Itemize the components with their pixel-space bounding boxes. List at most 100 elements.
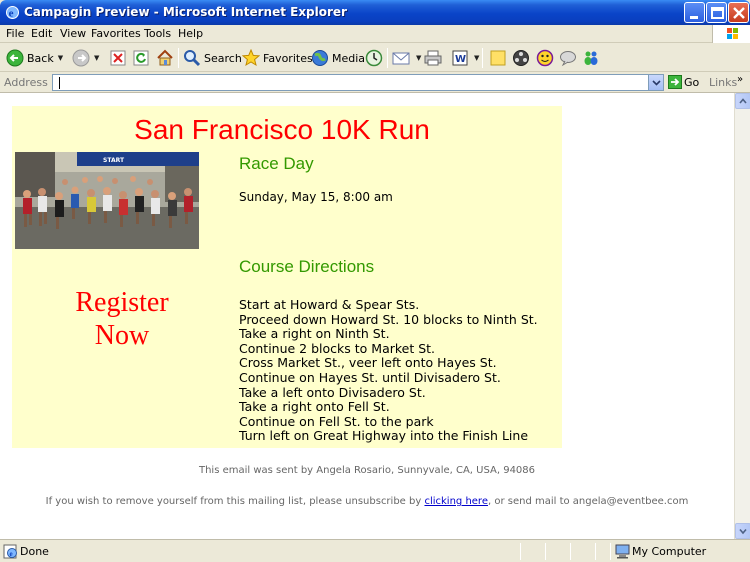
address-dropdown-button[interactable] (648, 75, 663, 90)
maximize-icon (711, 7, 724, 19)
msn-messenger-icon (584, 51, 598, 65)
unsubscribe-link[interactable]: clicking here (424, 496, 488, 507)
mail-button[interactable]: ▼ (392, 48, 421, 68)
back-arrow-icon (6, 49, 24, 67)
chevron-down-icon (739, 528, 747, 535)
home-button[interactable] (156, 48, 174, 68)
back-button[interactable]: Back ▼ (6, 48, 63, 68)
unsubscribe-notice: If you wish to remove yourself from this… (45, 496, 689, 507)
svg-text:e: e (10, 550, 13, 558)
status-divider (520, 543, 521, 560)
page-content: San Francisco 10K Run START Register Now… (0, 93, 734, 539)
direction-step: Continue on Hayes St. until Divisadero S… (239, 369, 501, 385)
direction-step: Cross Market St., veer left onto Hayes S… (239, 355, 497, 371)
direction-step: Start at Howard & Spear Sts. (239, 297, 420, 312)
toolbar-separator (387, 48, 388, 68)
refresh-icon (133, 50, 149, 66)
direction-step: Continue on Fell St. to the park (239, 413, 434, 429)
go-button[interactable]: Go (668, 75, 699, 89)
race-photo: START (15, 152, 199, 249)
event-title: San Francisco 10K Run (134, 114, 430, 145)
favorites-button[interactable]: Favorites (242, 48, 313, 68)
menu-edit[interactable]: Edit (31, 27, 52, 40)
text-cursor (59, 77, 60, 89)
chevron-up-icon (739, 98, 747, 104)
menu-file[interactable]: File (6, 27, 24, 40)
address-label: Address (4, 76, 48, 89)
messenger-chat-button[interactable] (559, 48, 577, 68)
vertical-scrollbar[interactable] (734, 93, 750, 539)
status-bar: e Done My Computer (0, 539, 750, 562)
discuss-button[interactable] (489, 48, 507, 68)
address-input[interactable] (52, 74, 664, 91)
directions-list: Start at Howard & Spear Sts. Proceed dow… (239, 297, 538, 444)
status-divider (570, 543, 571, 560)
course-directions-heading: Course Directions (239, 257, 375, 276)
forward-button[interactable]: ▼ (72, 48, 99, 68)
history-icon (365, 49, 383, 67)
chevron-down-icon (652, 80, 661, 86)
menu-view[interactable]: View (60, 27, 86, 40)
menu-bar: File Edit View Favorites Tools Help (0, 25, 750, 43)
close-button[interactable] (728, 2, 749, 23)
search-button[interactable]: Search (183, 48, 242, 68)
svg-text:e: e (9, 8, 14, 20)
favorites-star-icon (242, 49, 260, 67)
history-button[interactable] (365, 48, 383, 68)
forward-dropdown-icon[interactable]: ▼ (94, 54, 99, 62)
svg-text:W: W (455, 54, 466, 65)
minimize-button[interactable] (684, 2, 705, 23)
my-computer-icon (615, 544, 630, 559)
scroll-down-button[interactable] (735, 523, 750, 539)
direction-step: Take a left onto Divisadero St. (239, 384, 426, 400)
toolbar-separator (482, 48, 483, 68)
close-icon (733, 7, 745, 19)
chat-bubble-icon (560, 51, 576, 67)
print-button[interactable] (424, 48, 442, 68)
toolbar-separator (178, 48, 179, 68)
register-now-button[interactable]: Register Now (52, 286, 192, 352)
scroll-up-button[interactable] (735, 93, 750, 109)
status-divider (545, 543, 546, 560)
ie-logo-icon: e (6, 6, 19, 20)
email-campaign-body: San Francisco 10K Run START Register Now… (12, 106, 562, 448)
direction-step: Turn left on Great Highway into the Fini… (239, 428, 529, 444)
home-icon (157, 49, 173, 66)
printer-icon (424, 50, 442, 66)
go-arrow-icon (668, 75, 682, 89)
stop-icon (110, 50, 126, 66)
minimize-icon (690, 16, 698, 19)
edit-dropdown-icon[interactable]: ▼ (474, 54, 479, 62)
word-edit-icon: W (452, 50, 468, 66)
yahoo-messenger-icon (536, 49, 554, 67)
menu-favorites[interactable]: Favorites (91, 27, 141, 40)
direction-step: Take a right onto Fell St. (239, 399, 390, 415)
direction-step: Continue 2 blocks to Market St. (239, 340, 436, 356)
research-button[interactable] (512, 48, 530, 68)
film-reel-icon (513, 50, 529, 66)
status-text: Done (20, 545, 49, 558)
windows-logo-icon (712, 25, 750, 43)
search-icon (184, 50, 201, 67)
media-button[interactable]: Media (311, 48, 365, 68)
stop-button[interactable] (110, 48, 126, 68)
title-bar[interactable]: e Campagin Preview - Microsoft Internet … (0, 0, 750, 25)
direction-step: Proceed down Howard St. 10 blocks to Nin… (239, 311, 538, 327)
edit-button[interactable]: W ▼ (452, 48, 479, 68)
mail-envelope-icon (392, 52, 410, 65)
links-chevron-icon[interactable]: » (737, 74, 743, 85)
refresh-button[interactable] (133, 48, 149, 68)
maximize-button[interactable] (706, 2, 727, 23)
links-label[interactable]: Links (709, 76, 737, 89)
mail-dropdown-icon[interactable]: ▼ (416, 54, 421, 62)
menu-tools[interactable]: Tools (144, 27, 171, 40)
sender-info: This email was sent by Angela Rosario, S… (198, 465, 536, 476)
media-globe-icon (312, 50, 328, 66)
status-divider (595, 543, 596, 560)
messenger-yahoo-button[interactable] (536, 48, 554, 68)
messenger-button[interactable] (582, 48, 600, 68)
back-dropdown-icon[interactable]: ▼ (58, 54, 63, 62)
note-icon (490, 50, 506, 66)
race-day-heading: Race Day (239, 154, 314, 173)
menu-help[interactable]: Help (178, 27, 203, 40)
